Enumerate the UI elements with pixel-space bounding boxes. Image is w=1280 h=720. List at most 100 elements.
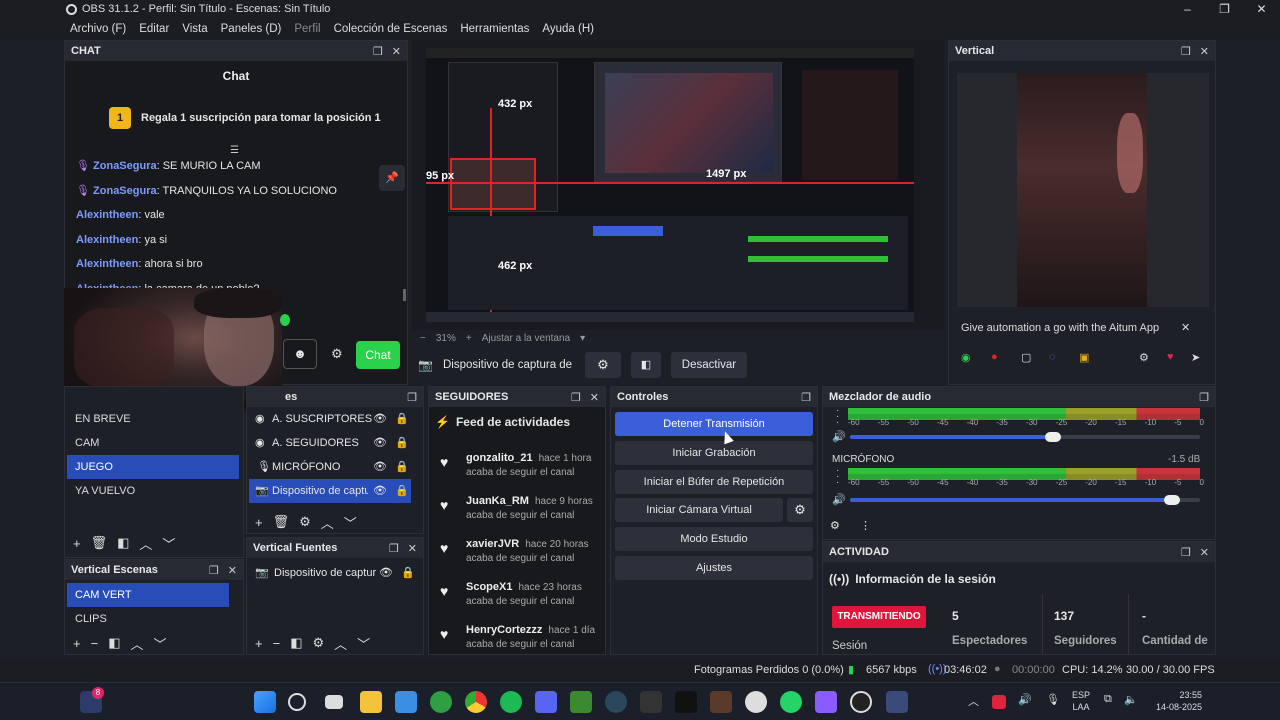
visibility-icon[interactable]: 👁 [373,436,387,449]
zoom-out-icon[interactable]: − [420,333,426,344]
undock-icon[interactable]: ❐ [571,391,581,404]
app-icon[interactable] [886,691,908,713]
volume-slider[interactable] [850,498,1200,502]
windows-start-icon[interactable] [254,691,276,713]
vertical-source-item[interactable]: 📷 Dispositivo de captur 👁 🔒 [247,561,423,585]
steam-icon[interactable] [605,691,627,713]
reddit-game-icon[interactable] [710,691,732,713]
undock-icon[interactable]: ❐ [1199,391,1209,404]
menu-herramientas[interactable]: Herramientas [460,23,529,35]
file-explorer-icon[interactable] [360,691,382,713]
vertical-backtrack-icon[interactable]: ◌ [1049,351,1056,363]
vertical-preview[interactable] [957,73,1209,307]
chat-settings-icon[interactable]: ⚙ [331,346,343,362]
menu-paneles[interactable]: Paneles (D) [221,23,282,35]
filters-icon[interactable]: ◧ [290,635,302,651]
xbox-icon[interactable] [430,691,452,713]
close-icon[interactable]: ✕ [228,564,237,577]
visibility-icon[interactable]: 👁 [373,460,387,473]
move-down-icon[interactable]: ﹀ [154,634,167,653]
menu-archivo[interactable]: Archivo (F) [70,23,126,35]
virtual-camera-button[interactable]: Iniciar Cámara Virtual [615,498,783,522]
lock-icon[interactable]: 🔒 [395,460,409,473]
deactivate-button[interactable]: Desactivar [670,352,747,378]
vertical-square-icon[interactable]: ▢ [1021,351,1031,364]
discord-icon[interactable] [535,691,557,713]
speaker-icon[interactable]: 🔊 [832,430,846,443]
vertical-settings-icon[interactable]: ⚙ [1139,351,1149,364]
spotify-icon[interactable] [500,691,522,713]
vertical-switch-icon[interactable]: ▣ [1079,351,1089,364]
undock-icon[interactable]: ❐ [389,542,399,555]
aitum-ad-text[interactable]: Give automation a go with the Aitum App [961,322,1159,334]
scene-item[interactable]: CAM [67,431,243,455]
settings-icon[interactable]: ⚙ [299,514,311,530]
menu-coleccion[interactable]: Colección de Escenas [334,23,448,35]
undock-icon[interactable]: ❐ [1181,546,1191,559]
fit-window-label[interactable]: Ajustar a la ventana [482,333,570,344]
move-up-icon[interactable]: ︿ [334,634,347,653]
close-icon[interactable]: ✕ [408,542,417,555]
tray-arrow-icon[interactable]: ︿ [968,693,979,709]
scene-item[interactable]: YA VUELVO [67,479,243,503]
vertical-arrow-icon[interactable]: ➤ [1191,351,1200,364]
vertical-stream-icon[interactable]: ◉ [961,351,971,364]
channel-menu-icon[interactable]: · · · [836,406,839,428]
undock-icon[interactable]: ❐ [209,564,219,577]
delete-icon[interactable]: 🗑 [91,535,108,551]
close-icon[interactable]: ✕ [1200,45,1209,58]
clock[interactable]: 23:55 14-08-2025 [1150,689,1202,713]
lock-icon[interactable]: 🔒 [401,566,415,579]
ad-close-button[interactable]: ✕ [1181,321,1190,334]
source-item-selected[interactable]: 📷 Dispositivo de captu 👁 🔒 [249,479,411,503]
volume-tray-icon[interactable]: 🔊 [1018,693,1032,706]
language-indicator[interactable]: ESP LAA [1072,689,1090,713]
settings-button[interactable]: Ajustes [615,556,813,580]
scene-item-selected[interactable]: JUEGO [67,455,239,479]
undock-icon[interactable]: ❐ [373,45,383,58]
menu-ayuda[interactable]: Ayuda (H) [542,23,594,35]
minimize-button[interactable]: – [1169,0,1206,18]
source-properties-button[interactable]: ⚙ [584,352,621,378]
delete-icon[interactable]: 🗑 [273,514,290,530]
mic-tray-icon[interactable]: 🎙 [1046,693,1060,706]
start-recording-button[interactable]: Iniciar Grabación [615,441,813,465]
lock-icon[interactable]: 🔒 [395,412,409,425]
vertical-scene-item-selected[interactable]: CAM VERT [67,583,229,607]
speaker-icon[interactable]: 🔊 [832,493,846,506]
undock-icon[interactable]: ❐ [1181,45,1191,58]
replay-buffer-button[interactable]: Iniciar el Búfer de Repetición [615,470,813,494]
add-icon[interactable]: + [255,515,263,530]
close-icon[interactable]: ✕ [392,45,401,58]
virtual-camera-settings-icon[interactable]: ⚙ [787,498,813,522]
preview-area[interactable]: 432 px 1497 px 95 px 462 px [412,40,944,330]
volume-handle[interactable] [1164,495,1180,505]
lock-icon[interactable]: 🔒 [395,436,409,449]
add-icon[interactable]: + [73,536,81,551]
network-icon[interactable]: ⧉ [1104,693,1112,706]
tray-app-icon[interactable] [992,695,1006,709]
visibility-icon[interactable]: 👁 [373,412,387,425]
zoom-in-icon[interactable]: + [466,333,472,344]
chrome-icon[interactable] [465,691,487,713]
mixer-settings-icon[interactable]: ⚙ [830,519,840,532]
vertical-heart-icon[interactable]: ♥ [1167,351,1174,363]
move-down-icon[interactable]: ﹀ [357,634,370,653]
stop-stream-button[interactable]: Detener Transmisión [615,412,813,436]
add-icon[interactable]: + [255,636,263,651]
source-item[interactable]: 🎙 MICRÓFONO 👁 🔒 [247,455,423,479]
tiktok-icon[interactable] [675,691,697,713]
source-item[interactable]: ◉ A. SUSCRIPTORES 👁 🔒 [247,407,423,431]
visibility-icon[interactable]: 👁 [379,566,393,579]
emote-button[interactable]: ☻ [283,339,317,369]
close-icon[interactable]: ✕ [1200,546,1209,559]
channel-menu-icon[interactable]: · · · [836,466,839,488]
epic-games-icon[interactable] [640,691,662,713]
move-up-icon[interactable]: ︿ [321,513,334,532]
folder-icon[interactable] [815,691,837,713]
menu-perfil[interactable]: Perfil [294,23,320,35]
vertical-record-icon[interactable]: ● [991,351,998,363]
vertical-scene-item[interactable]: CLIPS [67,607,243,631]
undock-icon[interactable]: ❐ [407,391,417,404]
whatsapp-icon[interactable] [780,691,802,713]
